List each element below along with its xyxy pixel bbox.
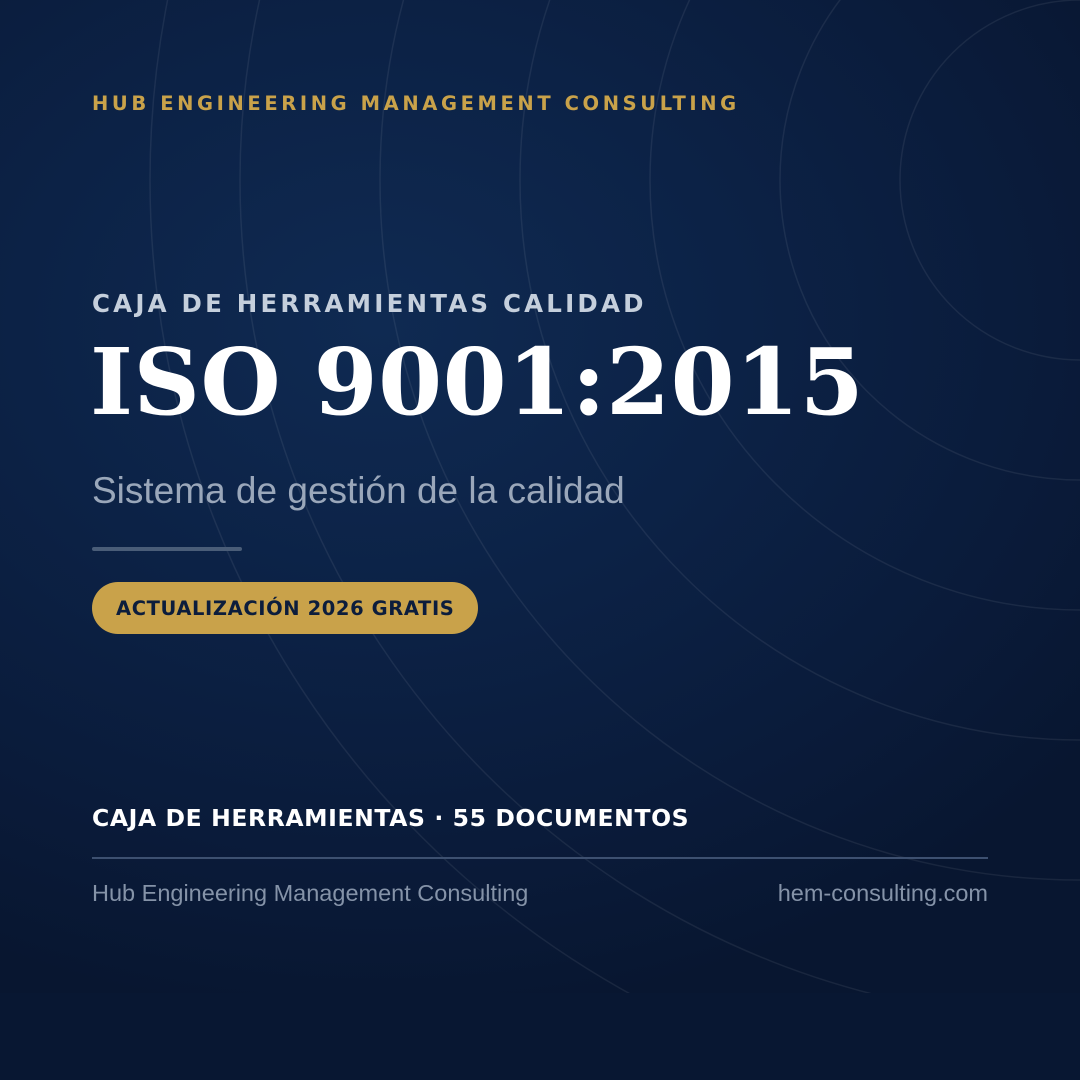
page-title: ISO 9001:2015 bbox=[90, 328, 865, 436]
section-kicker: CAJA DE HERRAMIENTAS CALIDAD bbox=[92, 289, 647, 318]
page-subtitle: Sistema de gestión de la calidad bbox=[92, 470, 625, 511]
footer-divider bbox=[92, 857, 988, 859]
documents-count-line: CAJA DE HERRAMIENTAS · 55 DOCUMENTOS bbox=[92, 804, 690, 832]
footer-company-name: Hub Engineering Management Consulting bbox=[92, 880, 529, 906]
decorative-rings bbox=[149, 0, 1080, 1080]
accent-divider bbox=[92, 547, 242, 551]
brand-header: HUB ENGINEERING MANAGEMENT CONSULTING bbox=[92, 92, 740, 115]
promo-card: HUB ENGINEERING MANAGEMENT CONSULTING CA… bbox=[0, 0, 1080, 1080]
update-badge[interactable]: ACTUALIZACIÓN 2026 GRATIS bbox=[92, 582, 479, 634]
bottom-band bbox=[0, 993, 1080, 1080]
footer-website-link[interactable]: hem-consulting.com bbox=[778, 880, 988, 907]
